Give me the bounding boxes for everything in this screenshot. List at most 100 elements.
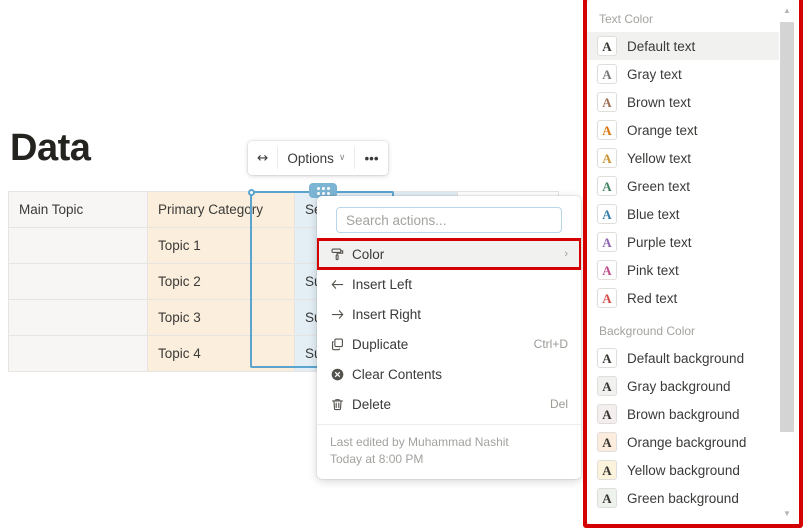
menu-item-label: Insert Right <box>352 306 422 322</box>
last-edited-by: Last edited by Muhammad Nashit <box>330 435 509 449</box>
color-swatch-icon: A <box>597 232 617 252</box>
color-option-label: Blue text <box>627 206 680 222</box>
color-option-label: Orange background <box>627 434 747 450</box>
color-option-label: Green background <box>627 490 739 506</box>
menu-item-insert-right[interactable]: Insert Right <box>317 299 581 329</box>
color-swatch-icon: A <box>597 92 617 112</box>
color-swatch-icon: A <box>597 36 617 56</box>
color-option-label: Default background <box>627 350 745 366</box>
color-swatch-icon: A <box>597 288 617 308</box>
menu-item-label: Duplicate <box>352 336 409 352</box>
color-option-brown-text[interactable]: A Brown text <box>587 88 783 116</box>
color-swatch-icon: A <box>597 120 617 140</box>
menu-item-label: Clear Contents <box>352 366 443 382</box>
menu-item-clear-contents[interactable]: Clear Contents <box>317 359 581 389</box>
color-option-label: Gray background <box>627 378 731 394</box>
menu-item-label: Insert Left <box>352 276 413 292</box>
cell-main-4[interactable] <box>8 335 148 372</box>
menu-item-delete[interactable]: Delete Del <box>317 389 581 419</box>
color-option-label: Gray text <box>627 66 682 82</box>
color-option-green-text[interactable]: A Green text <box>587 172 783 200</box>
search-actions-input[interactable] <box>336 207 562 233</box>
cell-primary-2[interactable]: Topic 2 <box>147 263 295 300</box>
color-option-purple-text[interactable]: A Purple text <box>587 228 783 256</box>
color-option-gray-text[interactable]: A Gray text <box>587 60 783 88</box>
color-option-orange-text[interactable]: A Orange text <box>587 116 783 144</box>
arrow-left-icon <box>330 277 352 292</box>
cell-primary-1[interactable]: Topic 1 <box>147 227 295 264</box>
color-swatch-icon: A <box>597 460 617 480</box>
color-option-label: Pink text <box>627 262 679 278</box>
color-option-yellow-text[interactable]: A Yellow text <box>587 144 783 172</box>
chevron-right-icon: › <box>564 248 568 260</box>
arrow-right-icon <box>330 307 352 322</box>
column-context-menu: Color › Insert Left Insert Right Duplica… <box>317 196 581 479</box>
color-option-gray-background[interactable]: A Gray background <box>587 372 783 400</box>
page-title: Data <box>10 127 91 169</box>
scroll-down-arrow-icon[interactable]: ▼ <box>779 505 795 522</box>
grip-dots-icon <box>316 186 330 195</box>
color-option-red-text[interactable]: A Red text <box>587 284 783 312</box>
text-color-section-title: Text Color <box>599 12 654 26</box>
cell-main-3[interactable] <box>8 299 148 336</box>
menu-item-color[interactable]: Color › <box>317 238 581 270</box>
block-toolbar: ↔ Options ∨ ••• <box>248 141 388 175</box>
color-option-label: Yellow background <box>627 462 740 478</box>
color-swatch-icon: A <box>597 432 617 452</box>
color-option-label: Orange text <box>627 122 698 138</box>
menu-item-insert-left[interactable]: Insert Left <box>317 269 581 299</box>
table-header-main-topic[interactable]: Main Topic <box>8 191 148 228</box>
color-swatch-icon: A <box>597 148 617 168</box>
clear-icon <box>330 367 352 382</box>
color-option-default-background[interactable]: A Default background <box>587 344 783 372</box>
color-submenu-highlight: Text Color A Default text A Gray text A … <box>583 0 803 528</box>
color-swatch-icon: A <box>597 488 617 508</box>
color-swatch-icon: A <box>597 348 617 368</box>
color-option-label: Green text <box>627 178 691 194</box>
color-option-orange-background[interactable]: A Orange background <box>587 428 783 456</box>
cell-main-2[interactable] <box>8 263 148 300</box>
color-swatch-icon: A <box>597 176 617 196</box>
scroll-up-arrow-icon[interactable]: ▲ <box>779 2 795 19</box>
color-option-brown-background[interactable]: A Brown background <box>587 400 783 428</box>
color-panel-scrollbar[interactable]: ▲ ▼ <box>779 0 795 524</box>
chevron-down-icon: ∨ <box>338 151 346 162</box>
menu-item-duplicate[interactable]: Duplicate Ctrl+D <box>317 329 581 359</box>
color-swatch-icon: A <box>597 404 617 424</box>
color-swatch-icon: A <box>597 64 617 84</box>
menu-item-label: Delete <box>352 396 392 412</box>
cell-main-1[interactable] <box>8 227 148 264</box>
resize-column-button[interactable]: ↔ <box>248 141 277 175</box>
color-swatch-icon: A <box>597 260 617 280</box>
more-options-button[interactable]: ••• <box>355 141 387 175</box>
color-option-pink-text[interactable]: A Pink text <box>587 256 783 284</box>
background-color-section-title: Background Color <box>599 324 696 338</box>
last-edited-timestamp: Today at 8:00 PM <box>330 452 424 466</box>
table-header-primary-category[interactable]: Primary Category <box>147 191 295 228</box>
color-option-label: Brown background <box>627 406 740 422</box>
menu-item-label: Color <box>352 246 385 262</box>
color-option-label: Red text <box>627 290 678 306</box>
cell-primary-4[interactable]: Topic 4 <box>147 335 295 372</box>
menu-item-shortcut: Del <box>549 397 568 411</box>
ellipsis-icon: ••• <box>364 150 379 166</box>
trash-icon <box>330 397 352 412</box>
paint-roller-icon <box>330 247 352 262</box>
duplicate-icon <box>330 337 352 352</box>
cell-primary-3[interactable]: Topic 3 <box>147 299 295 336</box>
color-option-label: Purple text <box>627 234 692 250</box>
color-submenu-panel: Text Color A Default text A Gray text A … <box>587 0 783 524</box>
color-option-blue-text[interactable]: A Blue text <box>587 200 783 228</box>
color-option-default-text[interactable]: A Default text <box>587 32 783 60</box>
options-button[interactable]: Options ∨ <box>278 141 354 175</box>
color-option-green-background[interactable]: A Green background <box>587 484 783 512</box>
scrollbar-thumb[interactable] <box>780 22 794 432</box>
color-option-label: Brown text <box>627 94 691 110</box>
options-label: Options <box>287 150 334 166</box>
resize-horizontal-icon: ↔ <box>257 150 269 166</box>
menu-item-shortcut: Ctrl+D <box>533 337 568 351</box>
color-option-yellow-background[interactable]: A Yellow background <box>587 456 783 484</box>
color-option-label: Default text <box>627 38 696 54</box>
color-swatch-icon: A <box>597 376 617 396</box>
menu-footer: Last edited by Muhammad Nashit Today at … <box>317 424 581 479</box>
